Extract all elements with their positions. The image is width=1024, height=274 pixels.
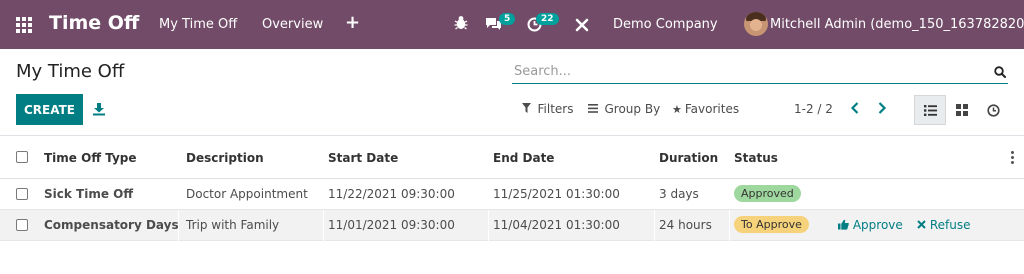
- messages-badge: 5: [499, 13, 516, 25]
- group-by-icon: [588, 103, 602, 116]
- chevron-left-icon[interactable]: [850, 97, 860, 120]
- menu-my-time-off[interactable]: My Time Off: [159, 17, 237, 32]
- favorites-button[interactable]: ★ Favorites: [672, 102, 739, 116]
- cell-duration: 24 hours: [659, 218, 712, 232]
- column-separator: [323, 210, 324, 241]
- refuse-button[interactable]: Refuse: [917, 218, 970, 232]
- chevron-right-icon[interactable]: [877, 97, 887, 120]
- cell-time-off-type: Sick Time Off: [44, 187, 134, 201]
- cell-start-date: 11/22/2021 09:30:00: [328, 187, 455, 201]
- kebab-icon[interactable]: [1011, 151, 1014, 164]
- search-bar: [512, 58, 1008, 84]
- cell-description: Doctor Appointment: [186, 187, 308, 201]
- top-navbar: Time Off My Time Off Overview + 5 22 Dem…: [0, 0, 1024, 49]
- cell-end-date: 11/04/2021 01:30:00: [493, 218, 620, 232]
- kanban-view-icon[interactable]: [946, 95, 978, 125]
- thumbs-up-icon: [838, 218, 853, 232]
- list-view-icon[interactable]: [914, 95, 946, 125]
- row-checkbox[interactable]: [16, 188, 28, 200]
- activity-view-icon[interactable]: [977, 95, 1009, 125]
- star-icon: ★: [672, 103, 682, 116]
- menu-overview[interactable]: Overview: [262, 17, 323, 32]
- row-checkbox[interactable]: [16, 219, 28, 231]
- group-by-button[interactable]: Group By: [588, 102, 660, 116]
- pager-value[interactable]: 1-2 / 2: [794, 102, 833, 116]
- search-input[interactable]: [514, 61, 984, 81]
- group-by-label: Group By: [604, 102, 661, 116]
- cell-start-date: 11/01/2021 09:30:00: [328, 218, 455, 232]
- cell-end-date: 11/25/2021 01:30:00: [493, 187, 620, 201]
- filter-icon: [522, 103, 535, 116]
- tools-icon[interactable]: [575, 18, 589, 36]
- table-row[interactable]: Compensatory Days Trip with Family 11/01…: [0, 210, 1024, 241]
- download-icon[interactable]: [92, 101, 106, 116]
- create-button[interactable]: CREATE: [16, 94, 83, 125]
- cell-description: Trip with Family: [186, 218, 280, 232]
- app-name[interactable]: Time Off: [49, 12, 139, 34]
- col-duration[interactable]: Duration: [659, 151, 718, 165]
- company-switcher[interactable]: Demo Company: [613, 17, 718, 32]
- activities-badge: 22: [536, 13, 559, 25]
- col-description[interactable]: Description: [186, 151, 264, 165]
- cell-time-off-type: Compensatory Days: [44, 218, 179, 232]
- refuse-label: Refuse: [929, 218, 971, 232]
- cell-duration: 3 days: [659, 187, 699, 201]
- col-status[interactable]: Status: [734, 151, 778, 165]
- approve-label: Approve: [852, 218, 903, 232]
- status-badge: Approved: [734, 185, 801, 202]
- approve-button[interactable]: Approve: [838, 218, 903, 232]
- col-time-off-type[interactable]: Time Off Type: [44, 151, 137, 165]
- table-row[interactable]: Sick Time Off Doctor Appointment 11/22/2…: [0, 179, 1024, 210]
- favorites-label: Favorites: [684, 102, 740, 116]
- column-separator: [729, 210, 730, 241]
- status-badge: To Approve: [734, 216, 809, 233]
- page-title: My Time Off: [16, 61, 125, 82]
- bug-icon[interactable]: [454, 15, 468, 35]
- filters-button[interactable]: Filters: [522, 102, 573, 116]
- col-start-date[interactable]: Start Date: [328, 151, 398, 165]
- search-icon[interactable]: [994, 63, 1006, 78]
- avatar[interactable]: [744, 12, 768, 36]
- select-all-checkbox[interactable]: [16, 151, 28, 163]
- filters-label: Filters: [537, 102, 574, 116]
- table-header: Time Off Type Description Start Date End…: [0, 136, 1024, 179]
- col-end-date[interactable]: End Date: [493, 151, 554, 165]
- column-separator: [654, 210, 655, 241]
- column-separator: [488, 210, 489, 241]
- user-menu[interactable]: Mitchell Admin (demo_150_1637828206): [770, 17, 1024, 32]
- apps-grid-icon[interactable]: [16, 17, 32, 33]
- close-icon: [917, 218, 930, 232]
- plus-icon[interactable]: +: [345, 12, 360, 33]
